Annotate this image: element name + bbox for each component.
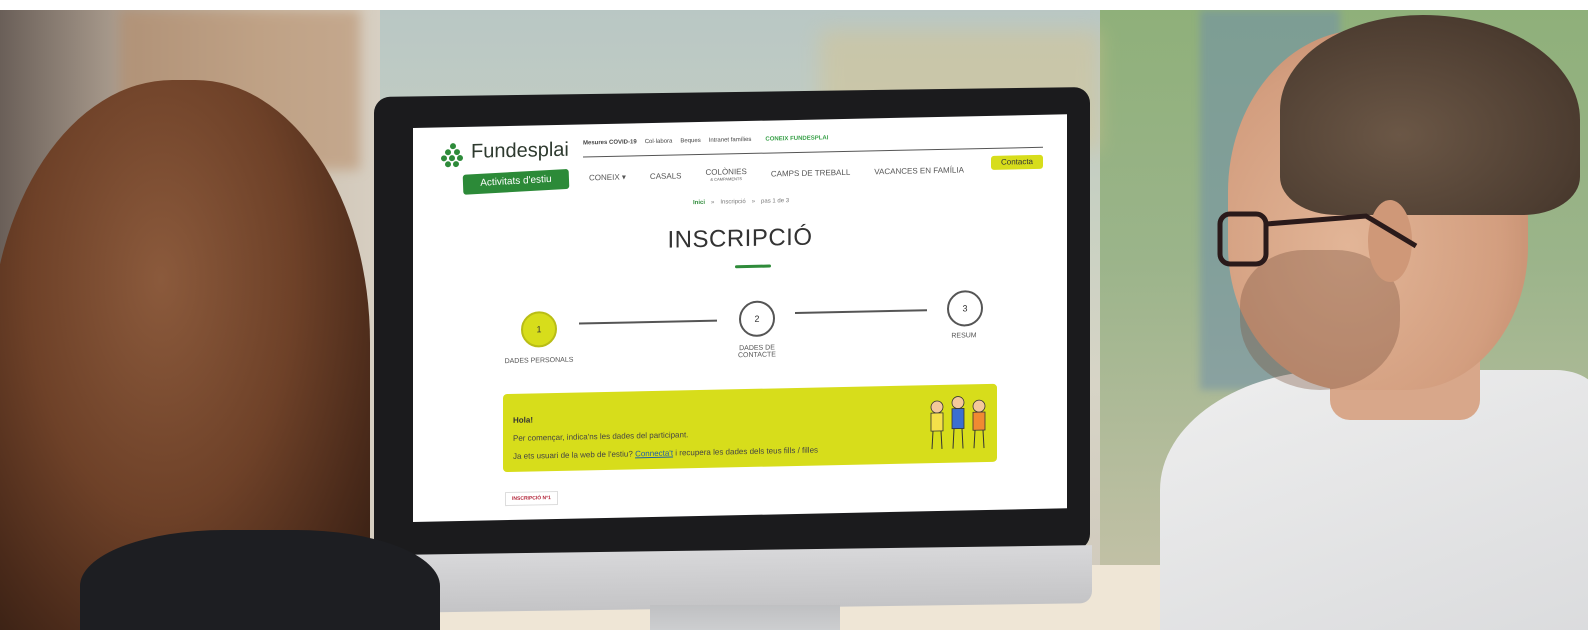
step-connector [795, 309, 927, 314]
step-3-circle: 3 [947, 290, 983, 327]
main-nav: CONEIX ▾ CASALS COLÒNIES & CAMPAMENTS CAM… [589, 162, 964, 184]
top-links: Mesures COVID-19 Col·labora Beques Intra… [583, 135, 828, 146]
woman-shirt [80, 530, 440, 630]
glasses-icon [1217, 211, 1418, 267]
breadcrumb-separator: » [751, 198, 756, 205]
top-link-covid[interactable]: Mesures COVID-19 [583, 139, 637, 146]
step-1-circle: 1 [521, 310, 557, 348]
brand-subtitle: Activitats d'estiu [462, 168, 570, 195]
page-title: INSCRIPCIÓ [667, 223, 813, 254]
nav-item-coneix[interactable]: CONEIX ▾ [589, 172, 626, 182]
breadcrumb-separator: » [711, 199, 715, 206]
monitor-screen: Fundesplai Activitats d'estiu Mesures CO… [413, 114, 1067, 522]
welcome-notice: Hola! Per començar, indica'ns les dades … [503, 383, 997, 473]
breadcrumb-current: pas 1 de 3 [761, 198, 790, 205]
nav-item-colonies[interactable]: COLÒNIES & CAMPAMENTS [706, 167, 747, 182]
step-2-label: DADES DE CONTACTE [738, 344, 776, 360]
nav-label: CASALS [649, 170, 682, 181]
breadcrumb-home[interactable]: Inici [693, 200, 705, 206]
brand-name: Fundesplai [471, 138, 569, 163]
notice-line-1: Per començar, indica'ns les dades del pa… [513, 430, 689, 443]
top-link-coneix[interactable]: CONEIX FUNDESPLAI [765, 135, 828, 142]
notice-line-2-pre: Ja ets usuari de la web de l'estiu? [513, 449, 633, 461]
step-1-label: DADES PERSONALS [504, 356, 574, 366]
step-3-label: RESUM [951, 332, 977, 340]
photo-scene: Fundesplai Activitats d'estiu Mesures CO… [0, 10, 1588, 630]
nav-item-vacances[interactable]: VACANCES EN FAMÍLIA [874, 165, 964, 176]
top-link-collabora[interactable]: Col·labora [645, 139, 673, 146]
nav-item-camps[interactable]: CAMPS DE TREBALL [771, 167, 850, 178]
connect-link[interactable]: Connecta't [635, 449, 673, 459]
nav-label: CAMPS DE TREBALL [770, 167, 851, 179]
nav-label: CONEIX ▾ [589, 172, 626, 182]
registration-tab[interactable]: INSCRIPCIÓ Nº1 [505, 490, 558, 507]
notice-greeting: Hola! [513, 415, 533, 425]
tree-logo-icon [441, 143, 465, 172]
top-link-beques[interactable]: Beques [680, 138, 700, 144]
children-illustration-icon [930, 396, 986, 450]
nav-sublabel: & CAMPAMENTS [710, 176, 743, 182]
notice-line-2: Ja ets usuari de la web de l'estiu? Conn… [513, 446, 818, 461]
step-connector [579, 319, 717, 325]
notice-line-2-post: i recupera les dades dels teus fills / f… [675, 445, 819, 458]
header-divider [583, 146, 1043, 158]
title-underline [735, 264, 771, 269]
top-link-intranet[interactable]: Intranet famílies [709, 137, 752, 144]
contact-button[interactable]: Contacta [991, 154, 1043, 170]
nav-item-casals[interactable]: CASALS [650, 171, 682, 181]
monitor-chin [398, 545, 1092, 613]
breadcrumb: Inici » Inscripció » pas 1 de 3 [693, 198, 789, 206]
step-2-circle: 2 [739, 300, 775, 338]
breadcrumb-inscripcio[interactable]: Inscripció [720, 199, 745, 206]
monitor-stand [650, 605, 840, 630]
nav-label: VACANCES EN FAMÍLIA [874, 164, 964, 176]
